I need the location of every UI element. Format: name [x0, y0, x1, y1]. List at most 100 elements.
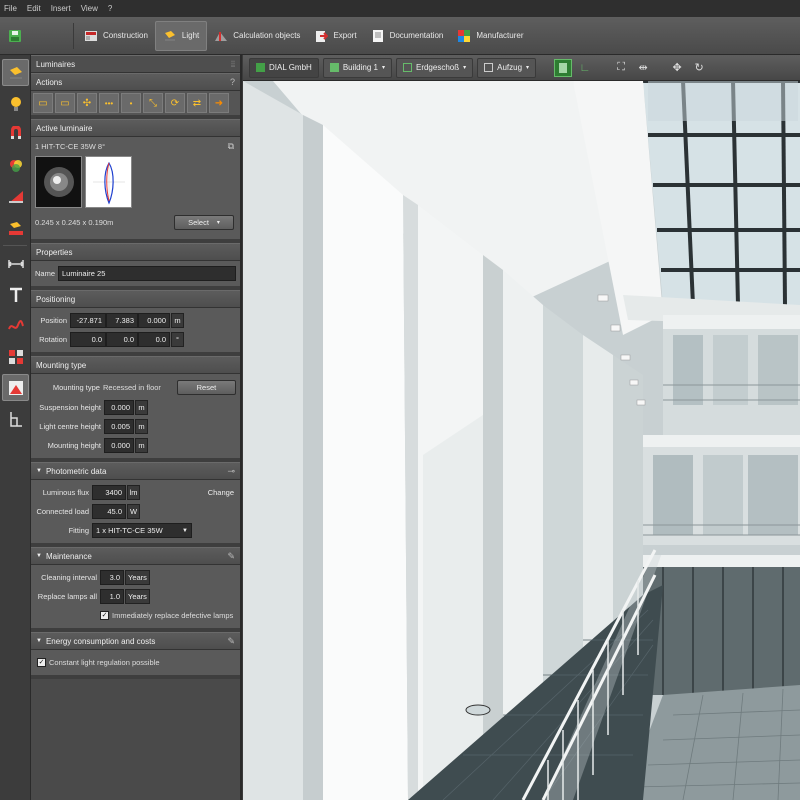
menu-insert[interactable]: Insert [51, 4, 71, 13]
view-3d-button[interactable] [554, 58, 573, 77]
reset-button[interactable]: Reset [176, 380, 236, 395]
arrange-row-button[interactable]: ▭ [33, 93, 53, 113]
replace-lamps-field[interactable]: 1.0 [100, 589, 124, 604]
pan-button[interactable]: ✥ [668, 59, 686, 77]
cube-icon [559, 62, 568, 73]
curve-tool-button[interactable] [2, 312, 29, 339]
breadcrumb-room[interactable]: Aufzug ▾ [477, 57, 537, 78]
maintenance-title: Maintenance [45, 551, 92, 561]
fitting-value: 1 x HIT-TC-CE 35W [96, 526, 163, 535]
tab-construction[interactable]: Construction [77, 21, 155, 51]
luminaire-details-icon[interactable]: ⧉ [228, 141, 234, 152]
constant-light-checkbox[interactable]: ✓ [37, 658, 46, 667]
breadcrumb-building[interactable]: Building 1 ▾ [322, 57, 392, 78]
cleaning-interval-field[interactable]: 3.0 [100, 570, 124, 585]
tab-light[interactable]: Light [154, 20, 208, 51]
menu-help[interactable]: ? [108, 4, 112, 13]
tab-manufacturer[interactable]: Manufacturer [450, 21, 530, 51]
tab-documentation[interactable]: Documentation [364, 21, 451, 51]
3d-viewport[interactable] [243, 55, 800, 800]
measure-tool-button[interactable] [2, 405, 29, 432]
position-z-field[interactable]: 0.000 [138, 313, 170, 328]
dimension-tool-button[interactable] [2, 250, 29, 277]
arrange-line-button[interactable]: ••• [99, 93, 119, 113]
move-icon: ✥ [672, 62, 682, 74]
arrange-row2-button[interactable]: ▭ [55, 93, 75, 113]
rotate-button[interactable]: ⟳ [165, 93, 185, 113]
save-button[interactable] [0, 21, 30, 51]
fitting-select[interactable]: 1 x HIT-TC-CE 35W ▼ [92, 523, 192, 538]
maintenance-pin-icon[interactable]: ✎ [227, 551, 235, 562]
grid-tool-button[interactable] [2, 343, 29, 370]
fitting-dropdown-icon: ▼ [182, 527, 188, 534]
project-icon [256, 63, 265, 72]
rotation-y-field[interactable]: 0.0 [106, 332, 138, 347]
positioning-section: Position -27.871 7.383 0.000 m Rotation … [31, 308, 240, 356]
tab-construction-label: Construction [103, 31, 148, 40]
mounting-header: Mounting type [31, 356, 240, 374]
calculation-area-tool-button[interactable] [2, 374, 29, 401]
position-x-field[interactable]: -27.871 [70, 313, 106, 328]
tab-manufacturer-label: Manufacturer [476, 31, 524, 40]
name-label: Name [35, 269, 56, 278]
menu-file[interactable]: File [4, 4, 17, 13]
change-link[interactable]: Change [208, 488, 234, 497]
bulb-tool-button[interactable] [2, 90, 29, 117]
aim-button[interactable]: ⤡ [143, 93, 163, 113]
energy-pin-icon[interactable]: ✎ [227, 636, 235, 647]
replace-button[interactable]: ⇄ [187, 93, 207, 113]
light-centre-height-field[interactable]: 0.005 [104, 419, 134, 434]
luminous-flux-field[interactable]: 3400 [92, 485, 126, 500]
tab-calculation-objects[interactable]: Calculation objects [207, 21, 307, 51]
tab-documentation-label: Documentation [389, 31, 444, 40]
photometric-header[interactable]: ▼ Photometric data ⊸ [31, 462, 240, 480]
color-tool-button[interactable] [2, 152, 29, 179]
name-field[interactable]: Luminaire 25 [58, 266, 236, 281]
replace-defective-checkbox[interactable]: ✓ [100, 611, 109, 620]
tab-export[interactable]: Export [307, 21, 363, 51]
connected-load-field[interactable]: 45.0 [92, 504, 126, 519]
maintenance-header[interactable]: ▼ Maintenance ✎ [31, 547, 240, 565]
floor-icon [402, 63, 412, 72]
breadcrumb-floor[interactable]: Erdgeschoß ▾ [395, 57, 474, 78]
mounting-height-field[interactable]: 0.000 [104, 438, 134, 453]
select-luminaire-button[interactable]: Select ▾ [174, 215, 234, 230]
undo-button[interactable] [30, 21, 70, 51]
photometric-pin-icon[interactable]: ⊸ [227, 466, 235, 477]
properties-section: Name Luminaire 25 [31, 261, 240, 290]
arrange-circle-button[interactable]: ✣ [77, 93, 97, 113]
orbit-button[interactable]: ↻ [690, 59, 708, 77]
mounting-type-value: Recessed in floor [102, 383, 161, 392]
export-icon [316, 30, 329, 42]
menu-view[interactable]: View [81, 4, 98, 13]
view-floor-button[interactable]: ∟ [576, 59, 594, 77]
light-scene-tool-button[interactable] [2, 214, 29, 241]
mounting-unit: m [135, 438, 148, 453]
single-point-button[interactable]: • [121, 93, 141, 113]
panel-empty-area [31, 679, 240, 779]
dimming-tool-button[interactable] [2, 183, 29, 210]
photometric-collapse-icon: ▼ [36, 468, 42, 474]
main-toolbar: Construction Light Calculation objects E… [0, 17, 800, 55]
export-luminaire-button[interactable]: ➜ [209, 93, 229, 113]
suspension-height-field[interactable]: 0.000 [104, 400, 134, 415]
magnet-tool-button[interactable] [2, 121, 29, 148]
active-luminaire-title: Active luminaire [36, 123, 93, 133]
fit-width-button[interactable]: ⇹ [634, 59, 652, 77]
luminaires-tool-button[interactable] [2, 59, 29, 86]
position-y-field[interactable]: 7.383 [106, 313, 138, 328]
actions-title: Actions [36, 77, 63, 87]
text-tool-button[interactable] [2, 281, 29, 308]
ldc-icon [92, 161, 125, 205]
energy-header[interactable]: ▼ Energy consumption and costs ✎ [31, 632, 240, 650]
arrange-row-icon: ▭ [38, 97, 48, 109]
rotation-x-field[interactable]: 0.0 [70, 332, 106, 347]
help-icon[interactable]: ? [230, 77, 235, 87]
panel-grip-icon[interactable]: ⦙⦙ [231, 59, 235, 70]
actions-header: Actions ? [31, 73, 240, 91]
room-icon [484, 63, 494, 72]
rotation-z-field[interactable]: 0.0 [138, 332, 170, 347]
breadcrumb-project[interactable]: DIAL GmbH [249, 57, 319, 78]
menu-edit[interactable]: Edit [27, 4, 41, 13]
zoom-extents-button[interactable]: ⛶ [612, 59, 630, 77]
